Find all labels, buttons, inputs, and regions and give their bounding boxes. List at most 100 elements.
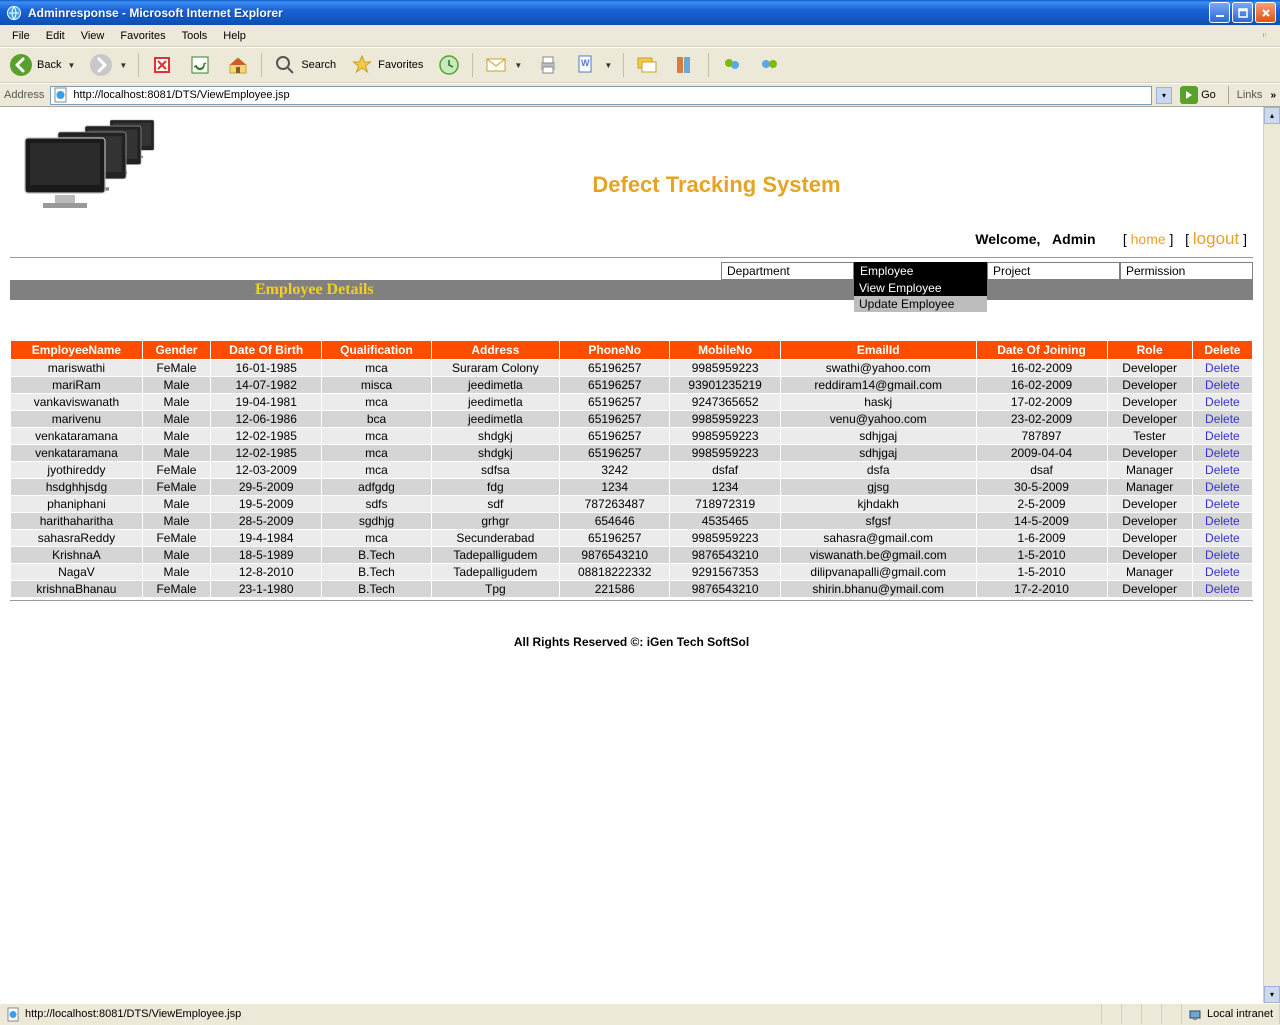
menu-file[interactable]: File	[4, 28, 38, 44]
delete-link[interactable]: Delete	[1205, 463, 1240, 477]
logout-link[interactable]: logout	[1193, 229, 1239, 248]
back-button[interactable]: Back ▼	[4, 50, 80, 80]
links-chevron-icon[interactable]: »	[1270, 90, 1276, 101]
status-text: http://localhost:8081/DTS/ViewEmployee.j…	[25, 1008, 241, 1020]
go-button[interactable]: Go	[1176, 85, 1220, 105]
table-row: hsdghhjsdgFeMale29-5-2009adfgdgfdg123412…	[11, 479, 1252, 495]
research-button[interactable]	[668, 50, 702, 80]
window-minimize-button[interactable]	[1209, 2, 1230, 23]
messenger2-button[interactable]	[753, 50, 787, 80]
cell: mca	[322, 530, 430, 546]
cell: haskj	[781, 394, 976, 410]
table-row: mariRamMale14-07-1982miscajeedimetla6519…	[11, 377, 1252, 393]
nav-view-employee[interactable]: View Employee	[854, 280, 987, 296]
delete-link[interactable]: Delete	[1205, 395, 1240, 409]
menu-edit[interactable]: Edit	[38, 28, 73, 44]
refresh-button[interactable]	[183, 50, 217, 80]
back-dropdown-icon[interactable]: ▼	[65, 61, 75, 70]
cell: jyothireddy	[11, 462, 142, 478]
table-row: jyothireddyFeMale12-03-2009mcasdfsa3242d…	[11, 462, 1252, 478]
cell: 787263487	[560, 496, 669, 512]
delete-link[interactable]: Delete	[1205, 412, 1240, 426]
home-link[interactable]: home	[1131, 231, 1166, 247]
stop-button[interactable]	[145, 50, 179, 80]
cell: Developer	[1108, 445, 1192, 461]
cell: 654646	[560, 513, 669, 529]
history-button[interactable]	[432, 50, 466, 80]
delete-link[interactable]: Delete	[1205, 429, 1240, 443]
vertical-scrollbar[interactable]: ▴ ▾	[1263, 107, 1280, 1003]
delete-link[interactable]: Delete	[1205, 548, 1240, 562]
edit-dropdown-icon[interactable]: ▼	[602, 61, 612, 70]
table-row: venkataramanaMale12-02-1985mcashdgkj6519…	[11, 428, 1252, 444]
delete-link[interactable]: Delete	[1205, 531, 1240, 545]
delete-link[interactable]: Delete	[1205, 582, 1240, 596]
links-label[interactable]: Links	[1237, 89, 1267, 101]
welcome-user: Admin	[1052, 231, 1096, 247]
scroll-down-button[interactable]: ▾	[1264, 986, 1280, 1003]
window-maximize-button[interactable]	[1232, 2, 1253, 23]
nav-update-employee[interactable]: Update Employee	[854, 296, 987, 312]
research-icon	[673, 53, 697, 77]
delete-link[interactable]: Delete	[1205, 361, 1240, 375]
cell: dsfa	[781, 462, 976, 478]
cell: adfgdg	[322, 479, 430, 495]
mail-button[interactable]: ▼	[479, 50, 527, 80]
cell-delete: Delete	[1193, 479, 1252, 495]
delete-link[interactable]: Delete	[1205, 514, 1240, 528]
cell: Developer	[1108, 496, 1192, 512]
address-dropdown-button[interactable]: ▾	[1156, 87, 1172, 104]
cell: shdgkj	[432, 428, 559, 444]
nav-department[interactable]: Department	[721, 262, 854, 280]
favorites-button[interactable]: Favorites	[345, 50, 428, 80]
cell: venu@yahoo.com	[781, 411, 976, 427]
cell-delete: Delete	[1193, 462, 1252, 478]
back-label: Back	[37, 59, 61, 71]
menu-favorites[interactable]: Favorites	[112, 28, 173, 44]
nav-project[interactable]: Project	[987, 262, 1120, 280]
delete-link[interactable]: Delete	[1205, 378, 1240, 392]
cell: 08818222332	[560, 564, 669, 580]
messenger-button[interactable]	[715, 50, 749, 80]
cell: FeMale	[143, 462, 210, 478]
cell: sdfs	[322, 496, 430, 512]
cell: krishnaBhanau	[11, 581, 142, 597]
favorites-icon	[350, 53, 374, 77]
delete-link[interactable]: Delete	[1205, 565, 1240, 579]
nav-employee[interactable]: Employee	[854, 262, 987, 280]
cell: 9985959223	[670, 428, 779, 444]
col-9: Role	[1108, 341, 1192, 359]
cell: 14-5-2009	[977, 513, 1107, 529]
cell: 221586	[560, 581, 669, 597]
menu-tools[interactable]: Tools	[174, 28, 216, 44]
cell: 65196257	[560, 377, 669, 393]
edit-button[interactable]: W▼	[569, 50, 617, 80]
print-button[interactable]	[531, 50, 565, 80]
cell: gjsg	[781, 479, 976, 495]
nav-permission[interactable]: Permission	[1120, 262, 1253, 280]
forward-dropdown-icon[interactable]: ▼	[117, 61, 127, 70]
window-close-button[interactable]	[1255, 2, 1276, 23]
search-button[interactable]: Search	[268, 50, 341, 80]
table-row: phaniphaniMale19-5-2009sdfssdf7872634877…	[11, 496, 1252, 512]
delete-link[interactable]: Delete	[1205, 480, 1240, 494]
cell: FeMale	[143, 360, 210, 376]
scroll-up-button[interactable]: ▴	[1264, 107, 1280, 124]
delete-link[interactable]: Delete	[1205, 497, 1240, 511]
discuss-button[interactable]	[630, 50, 664, 80]
toolbar-separator	[138, 53, 139, 77]
delete-link[interactable]: Delete	[1205, 446, 1240, 460]
header-image	[10, 112, 180, 217]
mail-dropdown-icon[interactable]: ▼	[512, 61, 522, 70]
cell: Male	[143, 377, 210, 393]
cell: mca	[322, 360, 430, 376]
address-input[interactable]: http://localhost:8081/DTS/ViewEmployee.j…	[50, 86, 1152, 105]
cell: Developer	[1108, 394, 1192, 410]
cell: sdhjgaj	[781, 445, 976, 461]
back-icon	[9, 53, 33, 77]
menu-view[interactable]: View	[73, 28, 113, 44]
home-icon	[226, 53, 250, 77]
home-button[interactable]	[221, 50, 255, 80]
menu-help[interactable]: Help	[215, 28, 254, 44]
forward-button[interactable]: ▼	[84, 50, 132, 80]
